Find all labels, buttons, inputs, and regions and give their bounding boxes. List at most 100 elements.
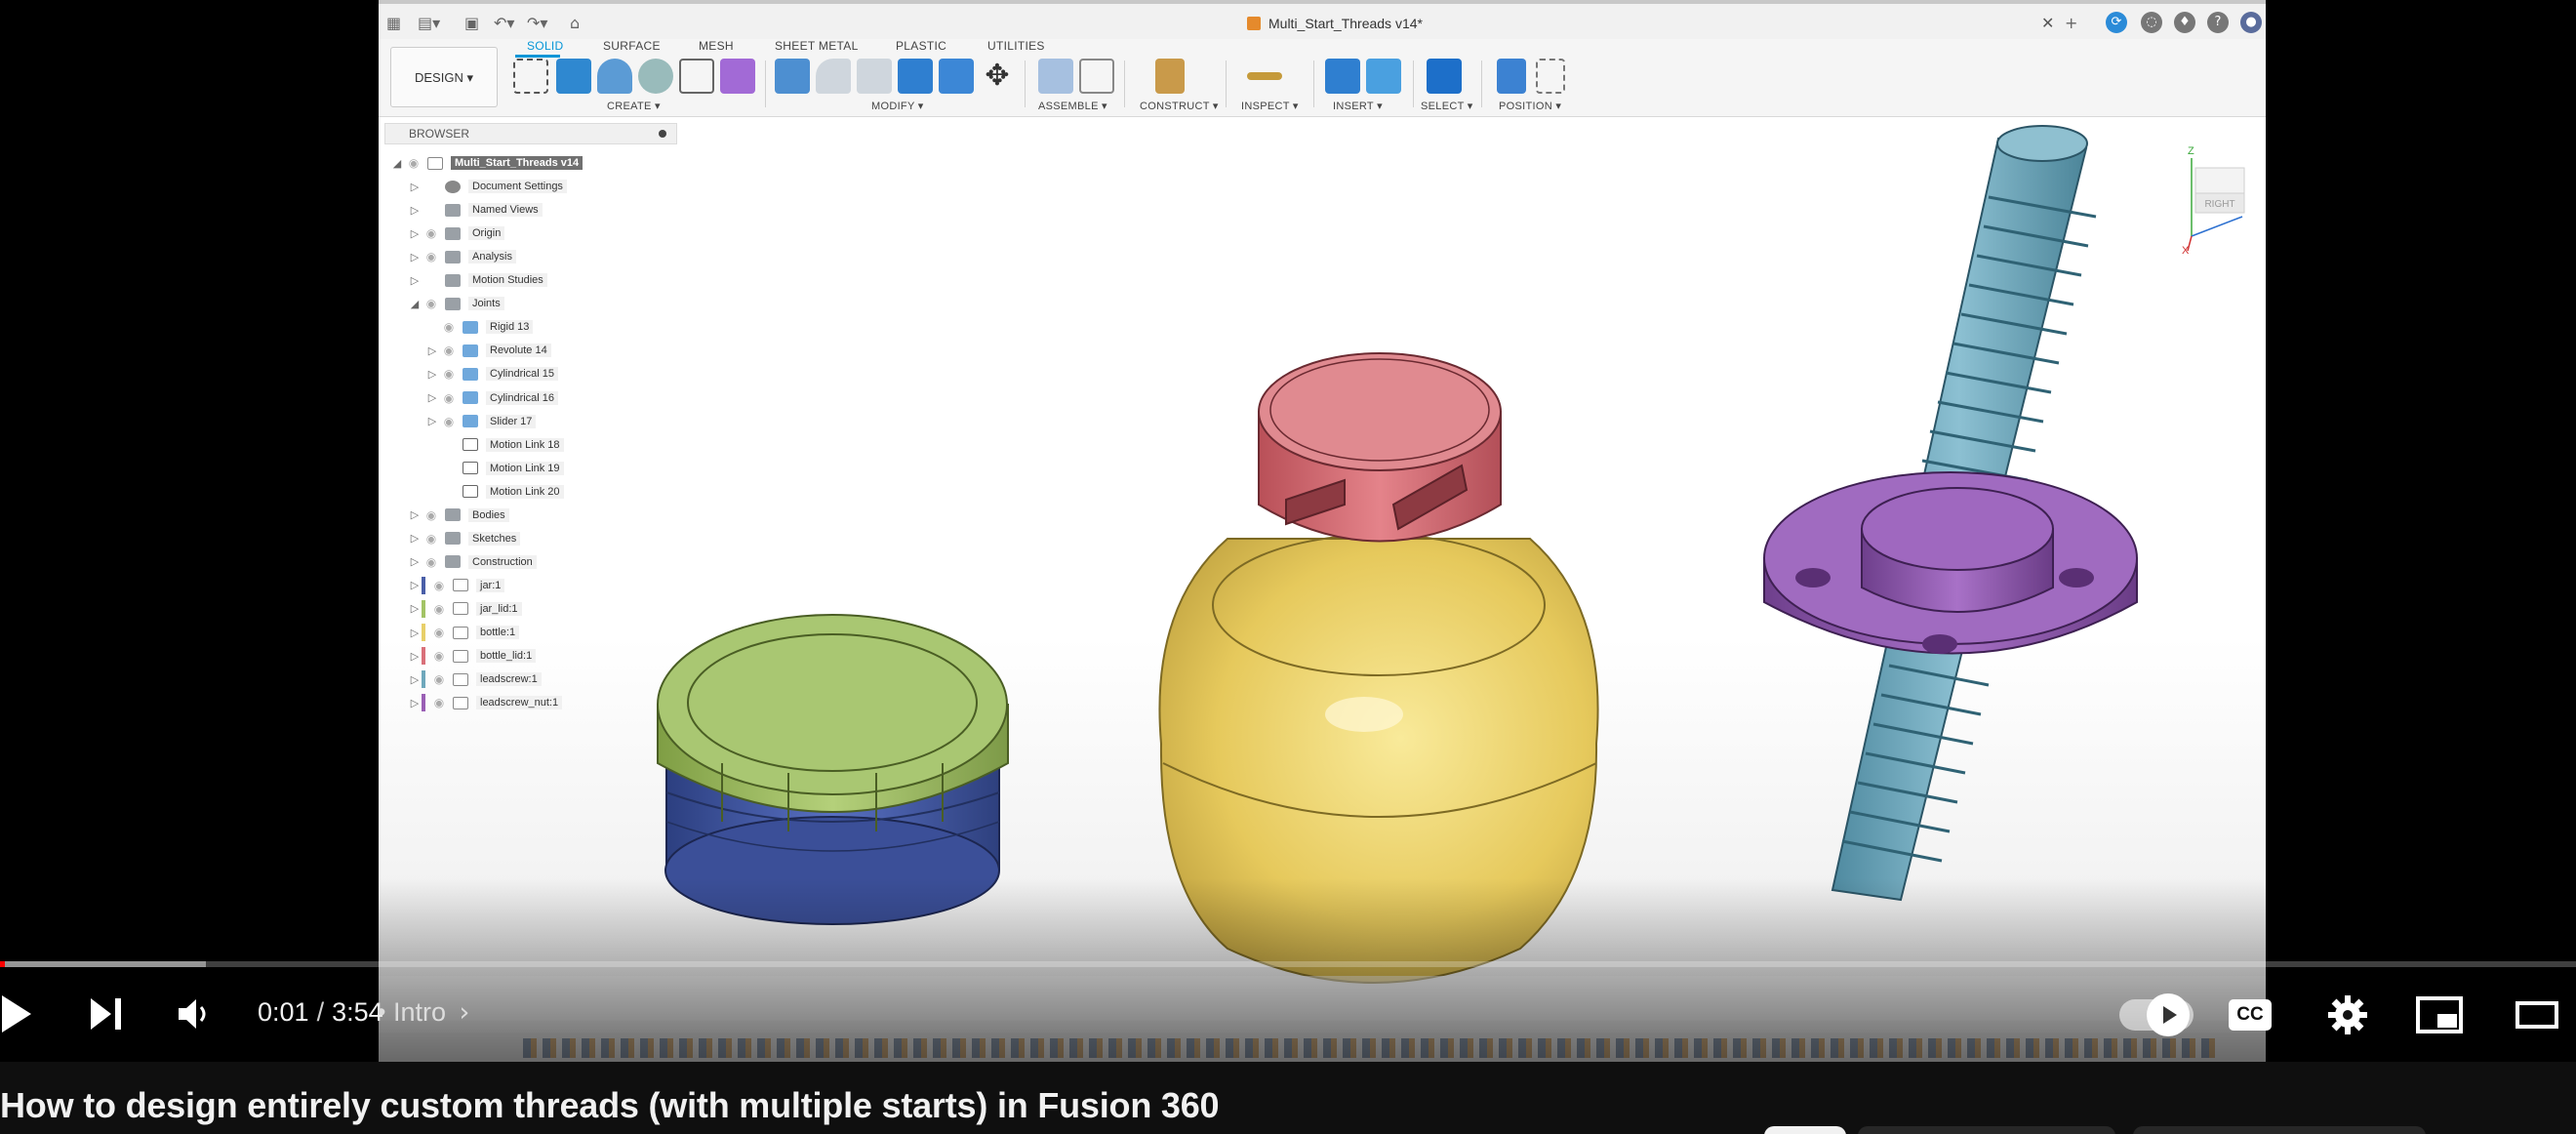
action-chip[interactable]: [2133, 1126, 2426, 1134]
collapse-arrow-icon[interactable]: ◢: [390, 157, 404, 170]
expand-arrow-icon[interactable]: ▷: [408, 697, 422, 709]
subtitles-button[interactable]: CC: [2229, 999, 2272, 1031]
folder-icon: [445, 555, 461, 569]
miniplayer-icon[interactable]: [2416, 996, 2463, 1033]
expand-arrow-icon[interactable]: ▷: [408, 181, 422, 193]
tree-row[interactable]: ▷ ◉ Cylindrical 15: [425, 363, 559, 385]
tree-row-label: leadscrew_nut:1: [476, 696, 563, 710]
construct-menu: CONSTRUCT ▾: [1140, 101, 1219, 112]
tree-row[interactable]: ◉ Rigid 13: [425, 316, 534, 338]
joint-icon: [463, 320, 478, 334]
theater-mode-icon[interactable]: [2516, 1001, 2558, 1029]
next-icon[interactable]: [88, 995, 125, 1033]
visibility-eye-icon[interactable]: ◉: [422, 250, 441, 263]
document-icon: [1247, 17, 1261, 30]
measure-icon: [1247, 72, 1282, 80]
tree-row[interactable]: ▷ ◉ Origin: [408, 223, 505, 244]
visibility-eye-icon[interactable]: ◉: [439, 367, 459, 381]
expand-arrow-icon[interactable]: ▷: [408, 204, 422, 217]
settings-gear-icon[interactable]: [2326, 993, 2369, 1036]
tree-row[interactable]: ▷ ◉ leadscrew:1: [408, 668, 542, 690]
expand-arrow-icon[interactable]: ▷: [408, 579, 422, 591]
collapse-arrow-icon[interactable]: ◢: [408, 298, 422, 310]
tab-surface: SURFACE: [603, 39, 661, 53]
visibility-eye-icon[interactable]: ◉: [422, 532, 441, 546]
joint-icon: [463, 367, 478, 381]
tree-row[interactable]: ▷ ◉ Analysis: [408, 246, 516, 267]
time-display: 0:01/3:54: [258, 997, 383, 1027]
component-color-strip: [422, 647, 425, 666]
volume-icon[interactable]: [176, 995, 215, 1033]
visibility-eye-icon[interactable]: ◉: [429, 672, 449, 686]
expand-arrow-icon[interactable]: ▷: [408, 508, 422, 521]
tree-row-label: leadscrew:1: [476, 672, 542, 687]
component-icon: [453, 602, 468, 616]
progress-bar[interactable]: [0, 961, 2576, 967]
tree-row[interactable]: ▷ ◉ Construction: [408, 551, 537, 573]
visibility-eye-icon[interactable]: ◉: [404, 156, 423, 170]
tree-row-label: Multi_Start_Threads v14: [451, 156, 584, 170]
tree-row[interactable]: ▷ ◉ Sketches: [408, 528, 521, 549]
folder-icon: [445, 226, 461, 240]
expand-arrow-icon[interactable]: ▷: [408, 251, 422, 263]
tree-row[interactable]: ▷ ◉ bottle_lid:1: [408, 645, 537, 667]
video-player[interactable]: ▦ ▤▾ ▣ ↶▾ ↷▾ ⌂ Multi_Start_Threads v14* …: [0, 0, 2576, 1062]
tree-row[interactable]: ▷ ◉ Revolute 14: [425, 340, 551, 361]
component-color-strip: [422, 599, 425, 618]
tree-row[interactable]: ▷ ◉ jar:1: [408, 575, 505, 596]
visibility-eye-icon[interactable]: ◉: [422, 508, 441, 522]
file-menu-icon: ▤▾: [418, 14, 441, 32]
visibility-eye-icon[interactable]: ◉: [422, 297, 441, 310]
job-status-icon: ◌: [2141, 12, 2162, 33]
visibility-eye-icon[interactable]: ◉: [422, 226, 441, 240]
expand-arrow-icon[interactable]: ▷: [425, 368, 439, 381]
insert-canvas-icon: [1366, 59, 1401, 94]
move-icon: ✥: [985, 59, 1010, 93]
play-icon[interactable]: [0, 993, 35, 1034]
visibility-eye-icon[interactable]: ◉: [439, 344, 459, 357]
tree-row[interactable]: ◢ ◉ Multi_Start_Threads v14: [390, 152, 584, 174]
expand-arrow-icon[interactable]: ▷: [408, 274, 422, 287]
component-icon: [453, 579, 468, 592]
tree-row[interactable]: ▷ Named Views: [408, 199, 543, 221]
tree-row[interactable]: ▷ Motion Studies: [408, 269, 547, 291]
youtube-watch-page: ▦ ▤▾ ▣ ↶▾ ↷▾ ⌂ Multi_Start_Threads v14* …: [0, 0, 2576, 1134]
expand-arrow-icon[interactable]: ▷: [408, 650, 422, 663]
action-chip[interactable]: [1858, 1126, 2115, 1134]
visibility-eye-icon[interactable]: ◉: [429, 579, 449, 592]
tree-row[interactable]: ▷ ◉ jar_lid:1: [408, 598, 522, 620]
visibility-eye-icon[interactable]: ◉: [439, 320, 459, 334]
visibility-eye-icon[interactable]: ◉: [429, 602, 449, 616]
tree-row[interactable]: Motion Link 20: [425, 481, 564, 503]
expand-arrow-icon[interactable]: ▷: [408, 673, 422, 686]
expand-arrow-icon[interactable]: ▷: [408, 627, 422, 639]
tree-row[interactable]: Motion Link 18: [425, 434, 564, 456]
visibility-eye-icon[interactable]: ◉: [429, 649, 449, 663]
chapter-button[interactable]: • Intro ›: [377, 997, 469, 1028]
expand-arrow-icon[interactable]: ▷: [408, 227, 422, 240]
visibility-eye-icon[interactable]: ◉: [429, 696, 449, 709]
action-chip[interactable]: [1764, 1126, 1846, 1134]
tree-row[interactable]: ▷ Document Settings: [408, 176, 567, 197]
revolve-icon: [597, 59, 632, 94]
expand-arrow-icon[interactable]: ▷: [408, 555, 422, 568]
tree-row[interactable]: Motion Link 19: [425, 458, 564, 479]
press-pull-icon: [775, 59, 810, 94]
tree-row[interactable]: ▷ ◉ Cylindrical 16: [425, 387, 559, 409]
tree-row[interactable]: ▷ ◉ Bodies: [408, 505, 509, 526]
expand-arrow-icon[interactable]: ▷: [408, 532, 422, 545]
visibility-eye-icon[interactable]: ◉: [422, 555, 441, 569]
visibility-eye-icon[interactable]: ◉: [439, 391, 459, 405]
expand-arrow-icon[interactable]: ▷: [408, 602, 422, 615]
visibility-eye-icon[interactable]: ◉: [439, 415, 459, 428]
folder-icon: [445, 297, 461, 310]
expand-arrow-icon[interactable]: ▷: [425, 344, 439, 357]
tree-row[interactable]: ▷ ◉ leadscrew_nut:1: [408, 692, 563, 713]
tree-row[interactable]: ▷ ◉ bottle:1: [408, 622, 520, 643]
expand-arrow-icon[interactable]: ▷: [425, 391, 439, 404]
tree-row[interactable]: ◢ ◉ Joints: [408, 293, 504, 314]
visibility-eye-icon[interactable]: ◉: [429, 626, 449, 639]
tree-row-label: Origin: [468, 226, 505, 241]
expand-arrow-icon[interactable]: ▷: [425, 415, 439, 427]
tree-row[interactable]: ▷ ◉ Slider 17: [425, 411, 537, 432]
